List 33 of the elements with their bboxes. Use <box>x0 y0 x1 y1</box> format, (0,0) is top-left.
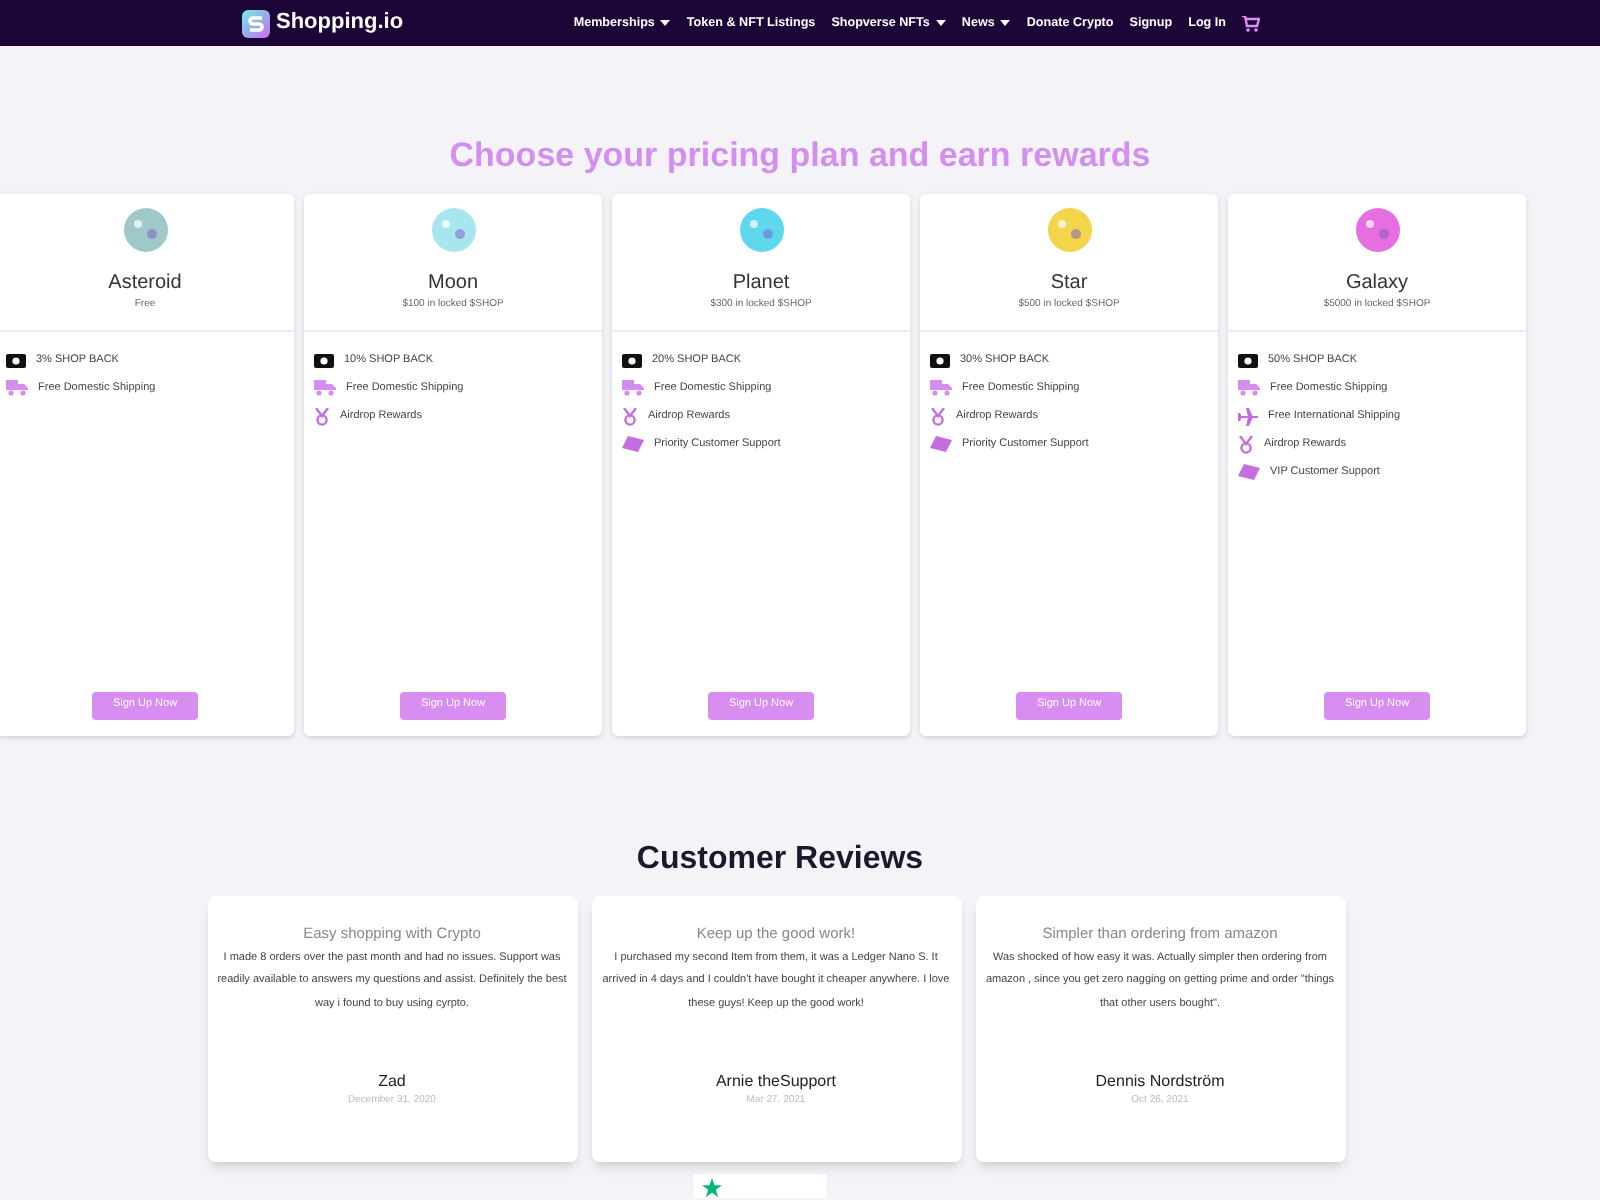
pricing-heading: Choose your pricing plan and earn rewards <box>449 134 1151 178</box>
cash-icon <box>314 353 334 367</box>
cash-icon <box>622 353 642 367</box>
truck-icon <box>622 380 644 396</box>
plan-name: Asteroid <box>108 269 182 297</box>
truck-icon <box>6 380 28 396</box>
review-author: Zad <box>378 1069 406 1094</box>
ticket-icon <box>622 436 644 452</box>
review-author: Dennis Nordström <box>1095 1069 1225 1094</box>
plan-name: Star <box>1050 269 1088 297</box>
truck-icon <box>314 380 336 396</box>
truck-icon <box>1238 380 1260 396</box>
medal-icon <box>314 407 330 425</box>
cash-icon <box>930 353 950 367</box>
logo-icon <box>242 9 270 37</box>
ticket-icon <box>930 436 952 452</box>
plan-name: Moon <box>427 269 478 297</box>
review-author: Arnie theSupport <box>715 1069 837 1094</box>
star-icon <box>700 1177 724 1197</box>
truck-icon <box>930 380 952 396</box>
cash-icon <box>6 353 26 367</box>
cash-icon <box>1238 353 1258 367</box>
logo-text[interactable]: Shopping.io <box>276 6 404 40</box>
medal-icon <box>1238 435 1254 453</box>
medal-icon <box>622 407 638 425</box>
plan-name: Galaxy <box>1345 269 1409 297</box>
reviews-heading: Customer Reviews <box>636 839 924 879</box>
cart-icon[interactable] <box>1242 15 1260 31</box>
plan-name: Planet <box>732 269 790 297</box>
medal-icon <box>930 407 946 425</box>
airplane-icon <box>1238 407 1258 425</box>
trustpilot-badge[interactable] <box>694 1173 826 1197</box>
ticket-icon <box>1238 464 1260 480</box>
